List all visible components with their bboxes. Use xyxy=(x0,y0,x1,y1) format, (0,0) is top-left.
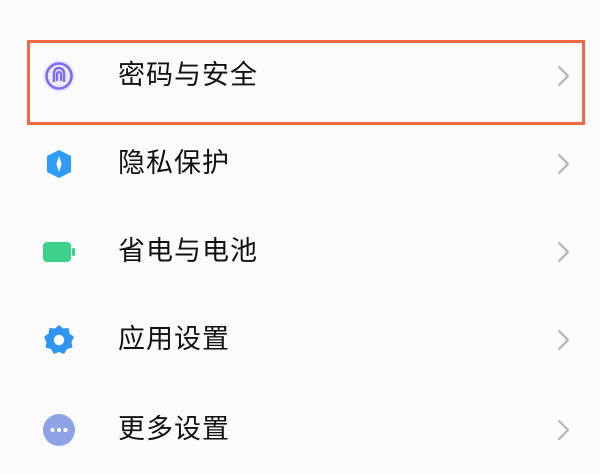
settings-item-more-settings[interactable]: 更多设置 xyxy=(0,386,600,474)
settings-item-label: 更多设置 xyxy=(118,414,230,445)
settings-item-password-security[interactable]: 密码与安全 xyxy=(0,38,600,126)
settings-item-label: 省电与电池 xyxy=(118,236,258,267)
settings-list: 密码与安全 隐私保护 省电与电池 应用设置 更多设置 xyxy=(0,0,600,450)
fingerprint-icon xyxy=(42,59,76,93)
chevron-right-icon xyxy=(553,418,573,442)
settings-item-battery[interactable]: 省电与电池 xyxy=(0,208,600,296)
settings-item-app-settings[interactable]: 应用设置 xyxy=(0,296,600,384)
settings-item-label: 隐私保护 xyxy=(118,148,230,179)
chevron-right-icon xyxy=(553,240,573,264)
privacy-shield-icon xyxy=(42,147,76,181)
more-dots-icon xyxy=(42,413,76,447)
settings-item-label: 密码与安全 xyxy=(118,60,258,91)
battery-icon xyxy=(42,235,76,269)
settings-item-privacy[interactable]: 隐私保护 xyxy=(0,120,600,208)
chevron-right-icon xyxy=(553,64,573,88)
chevron-right-icon xyxy=(553,152,573,176)
gear-icon xyxy=(42,323,76,357)
settings-item-label: 应用设置 xyxy=(118,324,230,355)
chevron-right-icon xyxy=(553,328,573,352)
